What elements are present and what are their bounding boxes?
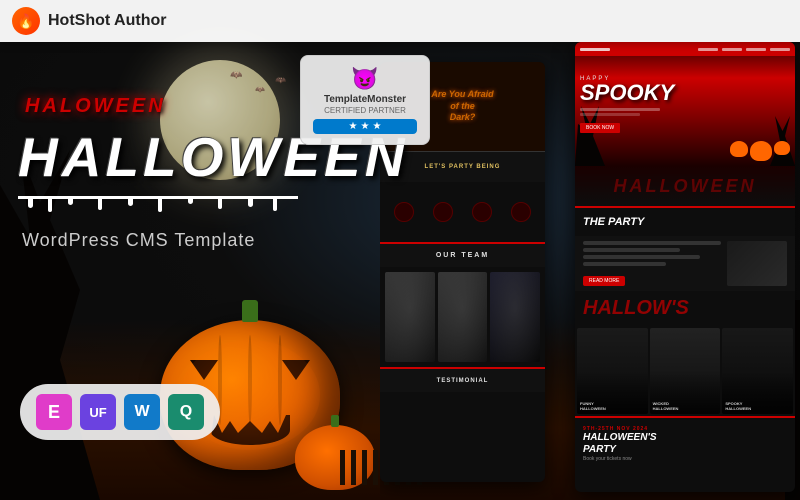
tm-stars: ★ ★ ★ — [313, 119, 417, 134]
prev-party-content: READ MORE — [575, 236, 795, 291]
bat-1: 🦇 — [230, 70, 242, 81]
logo-icon: 🔥 — [12, 7, 40, 35]
prev-event-3: SPOOKYHALLOWEEN — [722, 328, 793, 414]
prev-party-line-2 — [583, 248, 680, 252]
prev-event-1: FUNNYHALLOWEEN — [577, 328, 648, 414]
prev-hero-btn: BOOK NOW — [580, 123, 620, 133]
prev-team-img-3 — [490, 272, 540, 362]
fence-post — [362, 450, 367, 485]
prev-nav-link-3 — [746, 48, 766, 51]
star-3: ★ — [372, 121, 381, 132]
prev-line-2 — [580, 113, 640, 116]
elementor-icon[interactable]: E — [36, 394, 72, 430]
prev-spooky-section: HAPPY SPOOKY BOOK NOW — [580, 76, 790, 134]
fire-emoji: 🔥 — [17, 13, 34, 30]
prev-party-line-1 — [583, 241, 721, 245]
prev-event-label-3: SPOOKYHALLOWEEN — [725, 401, 790, 411]
prev-the-party: THE PARTY — [575, 206, 795, 236]
prev-pumpkin-3 — [774, 141, 790, 155]
prev-hallows: HALLOW'S — [575, 291, 795, 326]
prev-team-img-2 — [438, 272, 488, 362]
prev-nav-logo — [580, 48, 610, 51]
halloween-small-title: HALOWEEN — [25, 95, 166, 118]
prev-icon-1 — [394, 202, 414, 222]
prev-party-text: READ MORE — [583, 241, 721, 286]
prev-line-1 — [580, 108, 660, 111]
bat-2: 🦇 — [255, 85, 265, 94]
header-logo[interactable]: 🔥 HotShot Author — [12, 7, 166, 35]
prev-pumpkins — [730, 141, 790, 161]
uf-icon[interactable]: UF — [80, 394, 116, 430]
prev-hero-lines — [580, 108, 790, 116]
q-letter: Q — [180, 403, 192, 421]
wordpress-icon[interactable]: W — [124, 394, 160, 430]
prev-party-line-4 — [583, 262, 666, 266]
tm-badge: 😈 TemplateMonster CERTIFIED PARTNER ★ ★ … — [300, 55, 430, 145]
prev-event-label-1: FUNNYHALLOWEEN — [580, 401, 645, 411]
prev-icon-2 — [433, 202, 453, 222]
fence-post — [340, 450, 345, 485]
prev-halloween-title: HALLOWEEN — [575, 166, 795, 206]
preview-container: Are You Afraidof theDark? LET'S PARTY BE… — [380, 42, 800, 500]
subtitle: WordPress CMS Template — [22, 230, 255, 251]
prev-party2-title: HALLOWEEN'SPARTY — [583, 432, 787, 456]
star-2: ★ — [361, 121, 370, 132]
prev-event-2: WICKEDHALLOWEEN — [650, 328, 721, 414]
fence-post — [351, 450, 356, 485]
prev-icon-4 — [511, 202, 531, 222]
prev-party2: 9TH-25TH NOV 2024 HALLOWEEN'SPARTY Book … — [575, 416, 795, 466]
prev-party-line-3 — [583, 255, 700, 259]
header-title: HotShot Author — [48, 12, 166, 30]
header-bar: 🔥 HotShot Author — [0, 0, 800, 42]
prev-party-btn: READ MORE — [583, 276, 625, 286]
tm-badge-icon: 😈 — [313, 66, 417, 92]
fence-post — [373, 450, 378, 485]
prev-party-img — [727, 241, 787, 286]
wp-letter: W — [134, 403, 149, 421]
prev-team-img-1 — [385, 272, 435, 362]
prev-icon-3 — [472, 202, 492, 222]
prev-testimonial-label: TESTIMONIAL — [380, 367, 545, 392]
prev-party2-sub: Book your tickets now — [583, 456, 787, 462]
bat-3: 🦇 — [275, 75, 286, 86]
prev-icons-row — [380, 182, 545, 242]
elementor-letter: E — [48, 402, 60, 423]
prev-team-imgs — [380, 267, 545, 367]
prev-event-label-2: WICKEDHALLOWEEN — [653, 401, 718, 411]
prev-nav-link-2 — [722, 48, 742, 51]
uf-letter: UF — [89, 405, 106, 420]
prev-nav-link-4 — [770, 48, 790, 51]
prev-event-imgs: FUNNYHALLOWEEN WICKEDHALLOWEEN SPOOKYHAL… — [575, 326, 795, 416]
prev-right-nav — [575, 42, 795, 56]
prev-nav-links — [698, 48, 790, 51]
star-1: ★ — [349, 121, 358, 132]
prev-right-hero: HAPPY SPOOKY BOOK NOW — [575, 56, 795, 166]
plugin-icons-bar: E UF W Q — [20, 384, 220, 440]
preview-right-panel: HAPPY SPOOKY BOOK NOW HALLOWEEN THE — [575, 42, 795, 492]
quix-icon[interactable]: Q — [168, 394, 204, 430]
prev-pumpkin-1 — [730, 141, 748, 157]
prev-nav-link-1 — [698, 48, 718, 51]
tm-badge-name: TemplateMonster — [313, 94, 417, 106]
tm-badge-certified: CERTIFIED PARTNER — [313, 106, 417, 115]
prev-hero-text: Are You Afraidof theDark? — [431, 89, 493, 124]
drip-decoration — [18, 196, 298, 214]
prev-pumpkin-2 — [750, 141, 772, 161]
prev-team-label: OUR TEAM — [380, 242, 545, 267]
prev-spooky-text: SPOOKY — [580, 82, 790, 104]
